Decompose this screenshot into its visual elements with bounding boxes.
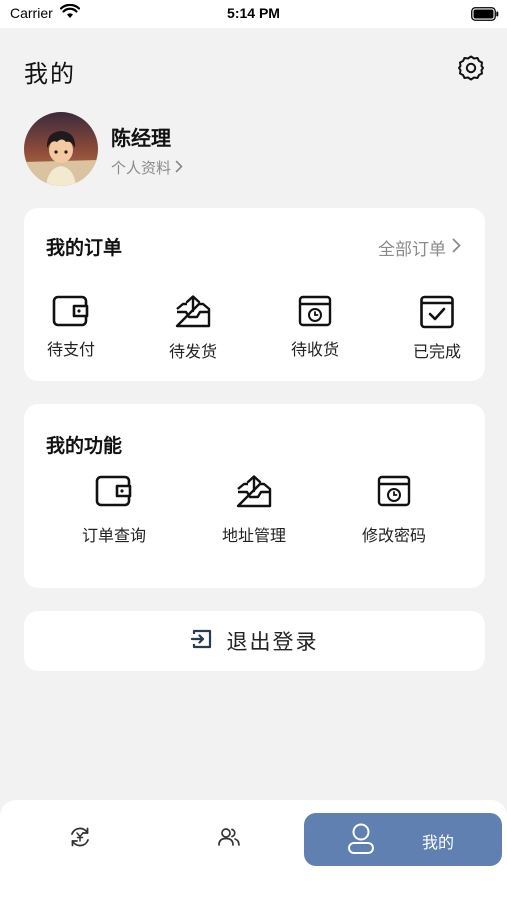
function-change-password[interactable]: 修改密码 [344, 474, 444, 546]
all-orders-label: 全部订单 [378, 240, 446, 260]
box-clock-icon [344, 474, 444, 508]
orders-card: 我的订单 全部订单 待支付 待发货 待收货 已完成 [24, 208, 485, 381]
box-clock-icon [265, 294, 365, 328]
orders-title: 我的订单 [46, 237, 123, 259]
box-upload-icon [204, 474, 304, 510]
page-title: 我的 [24, 60, 76, 88]
logout-button[interactable]: 退出登录 [24, 611, 485, 671]
order-pending-payment[interactable]: 待支付 [21, 294, 121, 360]
tab-mine-label: 我的 [422, 833, 455, 852]
function-item-label: 订单查询 [81, 526, 146, 545]
status-time: 5:14 PM [227, 5, 280, 21]
chevron-right-icon [175, 159, 183, 177]
function-item-label: 地址管理 [221, 526, 286, 545]
logout-label: 退出登录 [226, 630, 319, 654]
order-completed[interactable]: 已完成 [387, 294, 487, 362]
order-item-label: 待发货 [168, 342, 217, 361]
tab-bar: 我的 [0, 800, 507, 900]
all-orders-link[interactable]: 全部订单 [378, 235, 461, 260]
wallet-icon [64, 474, 164, 508]
order-item-label: 待收货 [290, 340, 339, 359]
order-item-label: 已完成 [412, 342, 461, 361]
functions-title: 我的功能 [46, 435, 123, 457]
function-order-query[interactable]: 订单查询 [64, 474, 164, 546]
order-pending-receipt[interactable]: 待收货 [265, 294, 365, 360]
status-bar: Carrier 5:14 PM [0, 0, 507, 28]
order-pending-shipment[interactable]: 待发货 [143, 294, 243, 362]
functions-card: 我的功能 订单查询 地址管理 修改密码 [24, 404, 485, 588]
calendar-check-icon [387, 294, 487, 330]
tab-mine[interactable]: 我的 [304, 813, 502, 866]
chevron-right-icon [452, 238, 461, 258]
user-name: 陈经理 [111, 126, 171, 150]
wallet-icon [21, 294, 121, 328]
settings-gear-icon[interactable] [457, 54, 485, 82]
order-item-label: 待支付 [46, 340, 95, 359]
profile-link-label: 个人资料 [111, 159, 172, 177]
profile-link[interactable]: 个人资料 [111, 157, 183, 178]
tab-exchange[interactable] [60, 825, 100, 853]
refresh-yuan-icon [68, 825, 92, 853]
logout-icon [190, 628, 213, 654]
avatar[interactable] [24, 112, 98, 186]
battery-icon [471, 6, 499, 25]
user-icon [346, 822, 376, 860]
function-item-label: 修改密码 [361, 526, 426, 545]
users-icon [217, 825, 241, 853]
function-address-manage[interactable]: 地址管理 [204, 474, 304, 546]
tab-contacts[interactable] [209, 825, 249, 853]
box-upload-icon [143, 294, 243, 330]
